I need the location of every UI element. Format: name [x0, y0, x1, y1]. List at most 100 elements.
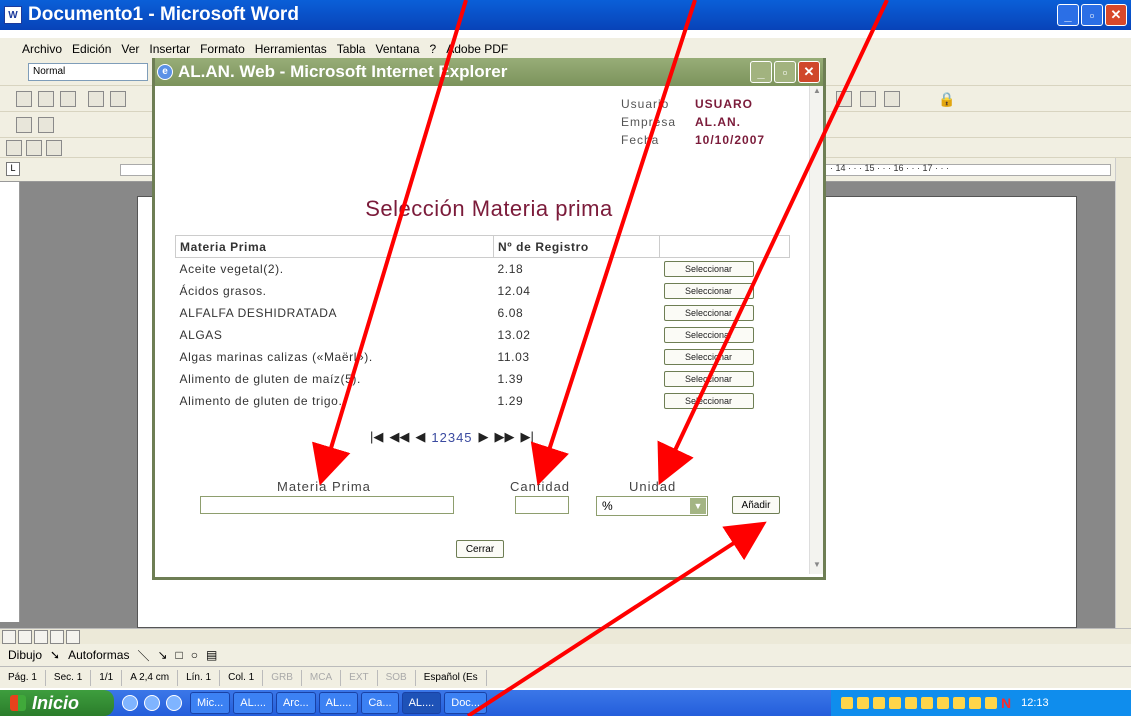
clock[interactable]: 12:13	[1021, 697, 1049, 709]
menu-ver[interactable]: Ver	[121, 42, 139, 56]
open-folder-icon[interactable]	[38, 91, 54, 107]
print-view-icon[interactable]	[34, 630, 48, 644]
pdf-email-icon[interactable]	[26, 140, 42, 156]
cantidad-input[interactable]	[515, 496, 569, 514]
menu-ventana[interactable]: Ventana	[375, 42, 419, 56]
status-grb[interactable]: GRB	[263, 669, 302, 686]
print-preview-icon[interactable]	[110, 91, 126, 107]
task-button[interactable]: Doc...	[444, 692, 487, 714]
menu-edicion[interactable]: Edición	[72, 42, 111, 56]
menu-insertar[interactable]: Insertar	[149, 42, 190, 56]
task-button[interactable]: AL....	[318, 692, 359, 714]
task-button[interactable]: AL....	[233, 692, 273, 714]
start-button[interactable]: Inicio	[0, 690, 114, 716]
rectangle-icon[interactable]: □	[176, 648, 183, 662]
draw-menu[interactable]: Dibujo	[8, 648, 42, 662]
mediaplayer-quicklaunch-icon[interactable]	[144, 695, 160, 711]
materia-prima-input[interactable]	[200, 496, 454, 514]
save-icon[interactable]	[60, 91, 76, 107]
last-page-icon[interactable]: ▶|	[521, 429, 534, 445]
status-ext[interactable]: EXT	[341, 669, 378, 686]
scroll-left-icon[interactable]	[66, 630, 80, 644]
chevron-down-icon[interactable]: ▼	[690, 498, 706, 514]
select-button[interactable]: Seleccionar	[663, 370, 754, 387]
tray-icon[interactable]	[905, 697, 917, 709]
pencil-icon[interactable]	[16, 117, 32, 133]
columns-icon[interactable]	[860, 91, 876, 107]
tray-n-icon[interactable]: N	[1001, 695, 1011, 711]
lock-icon[interactable]: 🔒	[938, 91, 955, 108]
select-button[interactable]: Seleccionar	[663, 304, 754, 321]
maximize-button[interactable]: ▫	[774, 61, 796, 83]
add-button[interactable]: Añadir	[732, 496, 780, 514]
page-numbers[interactable]: 12345	[431, 430, 472, 445]
status-sob[interactable]: SOB	[378, 669, 416, 686]
outlook-quicklaunch-icon[interactable]	[166, 695, 182, 711]
menu-formato[interactable]: Formato	[200, 42, 245, 56]
select-button[interactable]: Seleccionar	[663, 348, 754, 365]
tray-icon[interactable]	[937, 697, 949, 709]
first-page-icon[interactable]: |◀	[370, 429, 383, 445]
menu-archivo[interactable]: Archivo	[22, 42, 62, 56]
menu-tabla[interactable]: Tabla	[337, 42, 366, 56]
next-block-icon[interactable]: ▶▶	[495, 429, 515, 445]
scroll-down-icon[interactable]: ▼	[810, 560, 824, 574]
column-header-action	[659, 235, 790, 258]
horizontal-scrollbar[interactable]	[0, 628, 1131, 644]
select-button[interactable]: Seleccionar	[663, 282, 754, 299]
pdf-convert-icon[interactable]	[6, 140, 22, 156]
select-pointer-icon[interactable]: ➘	[50, 648, 60, 662]
print-icon[interactable]	[88, 91, 104, 107]
task-button[interactable]: AL....	[401, 692, 442, 714]
close-popup-button[interactable]: Cerrar	[456, 540, 504, 558]
drawing-icon[interactable]	[884, 91, 900, 107]
task-button[interactable]: Ca...	[361, 692, 399, 714]
prev-block-icon[interactable]: ◀◀	[389, 429, 409, 445]
tray-icon[interactable]	[969, 697, 981, 709]
select-button[interactable]: Seleccionar	[663, 260, 754, 277]
tray-icon[interactable]	[841, 697, 853, 709]
outline-view-icon[interactable]	[50, 630, 64, 644]
menu-herramientas[interactable]: Herramientas	[255, 42, 327, 56]
select-button[interactable]: Seleccionar	[663, 326, 754, 343]
status-mca[interactable]: MCA	[302, 669, 342, 686]
minimize-button[interactable]: _	[750, 61, 772, 83]
tray-icon[interactable]	[985, 697, 997, 709]
task-button[interactable]: Arc...	[275, 692, 316, 714]
web-view-icon[interactable]	[18, 630, 32, 644]
scroll-up-icon[interactable]: ▲	[810, 86, 824, 100]
task-button[interactable]: Mic...	[190, 692, 231, 714]
vertical-scrollbar[interactable]	[1115, 158, 1131, 628]
oval-icon[interactable]: ○	[191, 648, 198, 662]
tray-icon[interactable]	[857, 697, 869, 709]
select-button[interactable]: Seleccionar	[663, 392, 754, 409]
new-document-icon[interactable]	[16, 91, 32, 107]
textbox-icon[interactable]: ▤	[206, 648, 217, 662]
tray-icon[interactable]	[921, 697, 933, 709]
tray-icon[interactable]	[873, 697, 885, 709]
vertical-ruler[interactable]	[0, 182, 20, 622]
tray-icon[interactable]	[889, 697, 901, 709]
eraser-icon[interactable]	[38, 117, 54, 133]
table-icon[interactable]	[836, 91, 852, 107]
arrow-icon[interactable]: ↘	[157, 648, 167, 662]
style-select[interactable]: Normal	[28, 63, 148, 81]
menu-help[interactable]: ?	[430, 42, 437, 56]
next-page-icon[interactable]: ▶	[479, 429, 489, 445]
pdf-review-icon[interactable]	[46, 140, 62, 156]
tab-selector[interactable]: L	[6, 162, 20, 176]
autoformas-menu[interactable]: Autoformas	[68, 648, 129, 662]
prev-page-icon[interactable]: ◀	[415, 429, 425, 445]
normal-view-icon[interactable]	[2, 630, 16, 644]
unidad-select[interactable]: % ▼	[596, 496, 708, 516]
line-icon[interactable]: ＼	[137, 647, 149, 664]
ie-quicklaunch-icon[interactable]	[122, 695, 138, 711]
tray-icon[interactable]	[953, 697, 965, 709]
close-button[interactable]: ✕	[798, 61, 820, 83]
maximize-button[interactable]: ▫	[1081, 4, 1103, 26]
materia-name: ALFALFA DESHIDRATADA	[179, 305, 338, 320]
ie-vertical-scrollbar[interactable]: ▲ ▼	[809, 86, 823, 574]
menu-adobe-pdf[interactable]: Adobe PDF	[446, 42, 508, 56]
minimize-button[interactable]: _	[1057, 4, 1079, 26]
close-button[interactable]: ✕	[1105, 4, 1127, 26]
